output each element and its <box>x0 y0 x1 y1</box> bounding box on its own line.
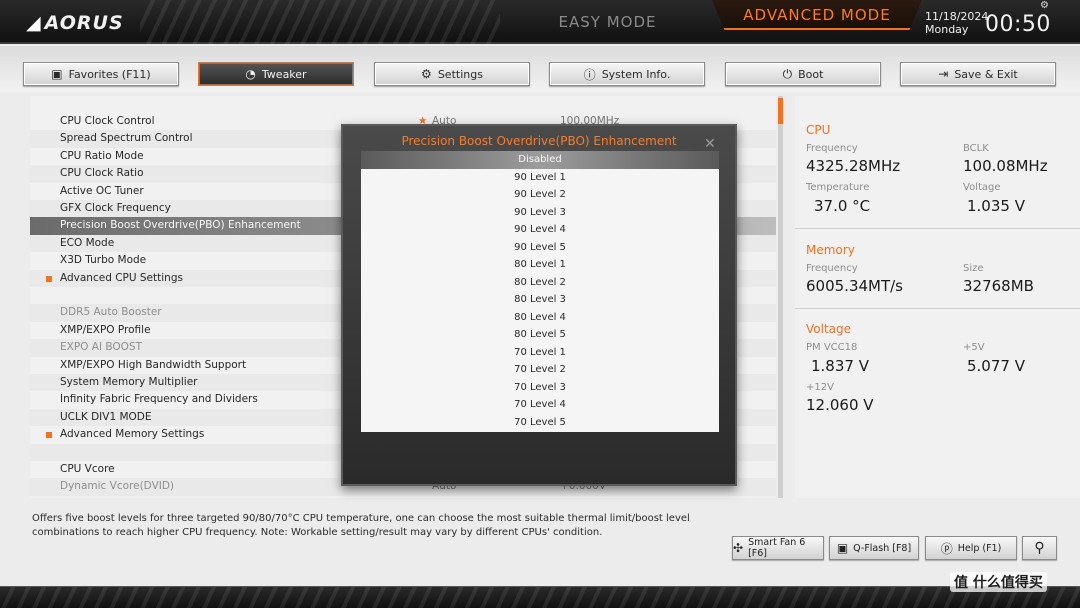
help-description: Offers five boost levels for three targe… <box>32 513 690 538</box>
decorative-stripes <box>0 587 1080 608</box>
pm-vcc18-value: 1.837 V <box>811 357 869 375</box>
option-item[interactable]: 90 Level 3 <box>361 204 719 222</box>
day-text: Monday <box>925 23 969 36</box>
tab-boot[interactable]: ⏻ Boot <box>725 62 881 86</box>
p12v-label: +12V <box>806 382 834 393</box>
option-item[interactable]: 80 Level 4 <box>361 309 719 327</box>
help-icon: ⓟ <box>940 541 953 556</box>
clock: 00:50 <box>985 12 1051 37</box>
memory-frequency-value: 6005.34MT/s <box>806 277 904 295</box>
tab-system-info[interactable]: ⓘ System Info. <box>549 62 705 86</box>
easy-mode-tab[interactable]: EASY MODE <box>540 7 675 37</box>
power-icon: ⏻ <box>782 66 793 81</box>
tab-favorites[interactable]: ▣ Favorites (F11) <box>23 62 179 86</box>
bullet-icon <box>46 275 52 282</box>
p5v-label: +5V <box>963 342 985 353</box>
pm-vcc18-label: PM VCC18 <box>806 342 858 353</box>
option-item[interactable]: 70 Level 3 <box>361 379 719 397</box>
date-text: 11/18/2024 <box>925 10 989 23</box>
date-display: 11/18/2024 Monday <box>925 10 988 37</box>
cpu-voltage-label: Voltage <box>963 182 1001 193</box>
chip-icon: ▣ <box>836 541 849 555</box>
voltage-section-title: Voltage <box>806 322 852 336</box>
info-icon: ⓘ <box>583 67 596 82</box>
search-icon: ⚲ <box>1034 540 1045 556</box>
gear-icon[interactable]: ⚙ <box>1040 0 1049 11</box>
close-icon[interactable]: ✕ <box>704 136 716 152</box>
dialog-title: Precision Boost Overdrive(PBO) Enhanceme… <box>401 134 677 148</box>
advanced-mode-tab[interactable]: ADVANCED MODE <box>712 0 922 30</box>
option-item[interactable]: 80 Level 2 <box>361 274 719 292</box>
settings-scrollbar[interactable] <box>778 96 783 498</box>
help-button[interactable]: ⓟ Help (F1) <box>925 536 1017 560</box>
option-item[interactable]: 90 Level 1 <box>361 169 719 187</box>
cpu-temperature-label: Temperature <box>806 182 870 193</box>
decorative-stripes <box>140 0 500 44</box>
bottom-bar <box>0 586 1080 608</box>
bullet-icon <box>46 432 52 439</box>
tab-save-exit[interactable]: ⇥ Save & Exit <box>900 62 1056 86</box>
option-item[interactable]: 90 Level 2 <box>361 186 719 204</box>
option-item[interactable]: 70 Level 2 <box>361 361 719 379</box>
p5v-value: 5.077 V <box>967 357 1025 375</box>
option-item[interactable]: 80 Level 1 <box>361 256 719 274</box>
divider <box>795 228 1080 229</box>
scrollbar-thumb[interactable] <box>778 98 783 124</box>
bclk-value: 100.08MHz <box>963 157 1048 175</box>
option-item[interactable]: 80 Level 5 <box>361 326 719 344</box>
option-item[interactable]: 70 Level 4 <box>361 396 719 414</box>
cpu-section-title: CPU <box>806 123 831 137</box>
p12v-value: 12.060 V <box>806 396 874 414</box>
tab-settings[interactable]: ⚙ Settings <box>374 62 530 86</box>
cpu-temperature-value: 37.0 °C <box>814 197 871 215</box>
folder-star-icon: ▣ <box>51 67 63 81</box>
top-bar: ◢ AORUS EASY MODE ADVANCED MODE 11/18/202… <box>0 0 1080 44</box>
memory-frequency-label: Frequency <box>806 263 858 274</box>
aorus-logo: ◢ AORUS <box>26 12 124 34</box>
fan-icon: ✣ <box>733 541 744 555</box>
tab-tweaker[interactable]: ◔ Tweaker <box>198 62 354 86</box>
option-item[interactable]: 90 Level 4 <box>361 221 719 239</box>
memory-size-label: Size <box>963 263 984 274</box>
cpu-voltage-value: 1.035 V <box>967 197 1025 215</box>
watermark: 值 什么值得买 <box>950 572 1047 592</box>
option-item[interactable]: 70 Level 1 <box>361 344 719 362</box>
gear-icon: ⚙ <box>421 67 432 81</box>
option-disabled[interactable]: Disabled <box>361 151 719 169</box>
memory-size-value: 32768MB <box>963 277 1034 295</box>
option-item[interactable]: 90 Level 5 <box>361 239 719 257</box>
memory-section-title: Memory <box>806 243 855 257</box>
speedometer-icon: ◔ <box>245 67 256 81</box>
divider <box>795 308 1080 309</box>
bclk-label: BCLK <box>963 143 989 154</box>
exit-icon: ⇥ <box>938 67 949 81</box>
cpu-frequency-label: Frequency <box>806 143 858 154</box>
search-button[interactable]: ⚲ <box>1022 536 1057 560</box>
cpu-frequency-value: 4325.28MHz <box>806 157 901 175</box>
option-item[interactable]: 70 Level 5 <box>361 414 719 432</box>
qflash-button[interactable]: ▣ Q-Flash [F8] <box>829 536 919 560</box>
option-item[interactable]: 80 Level 3 <box>361 291 719 309</box>
smart-fan-button[interactable]: ✣ Smart Fan 6 [F6] <box>732 536 824 560</box>
